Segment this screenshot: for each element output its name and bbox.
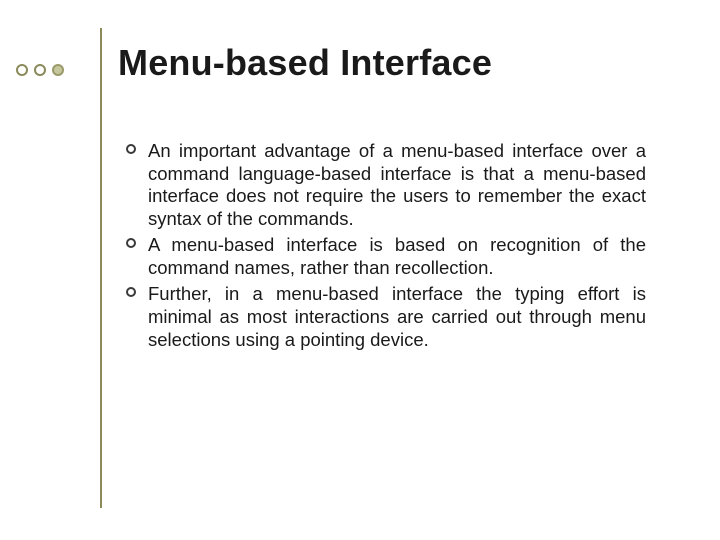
decor-dot-icon [34, 64, 46, 76]
slide-body: An important advantage of a menu-based i… [126, 140, 646, 355]
decor-dots [16, 64, 64, 76]
bullet-text: A menu-based interface is based on recog… [148, 234, 646, 279]
bullet-icon [126, 283, 148, 297]
slide: Menu-based Interface An important advant… [0, 0, 720, 540]
bullet-item: An important advantage of a menu-based i… [126, 140, 646, 230]
bullet-item: A menu-based interface is based on recog… [126, 234, 646, 279]
decor-dot-filled-icon [52, 64, 64, 76]
decor-dot-icon [16, 64, 28, 76]
bullet-item: Further, in a menu-based interface the t… [126, 283, 646, 351]
bullet-icon [126, 234, 148, 248]
slide-title: Menu-based Interface [118, 42, 492, 84]
bullet-icon [126, 140, 148, 154]
vertical-divider [100, 28, 102, 508]
bullet-text: Further, in a menu-based interface the t… [148, 283, 646, 351]
bullet-text: An important advantage of a menu-based i… [148, 140, 646, 230]
